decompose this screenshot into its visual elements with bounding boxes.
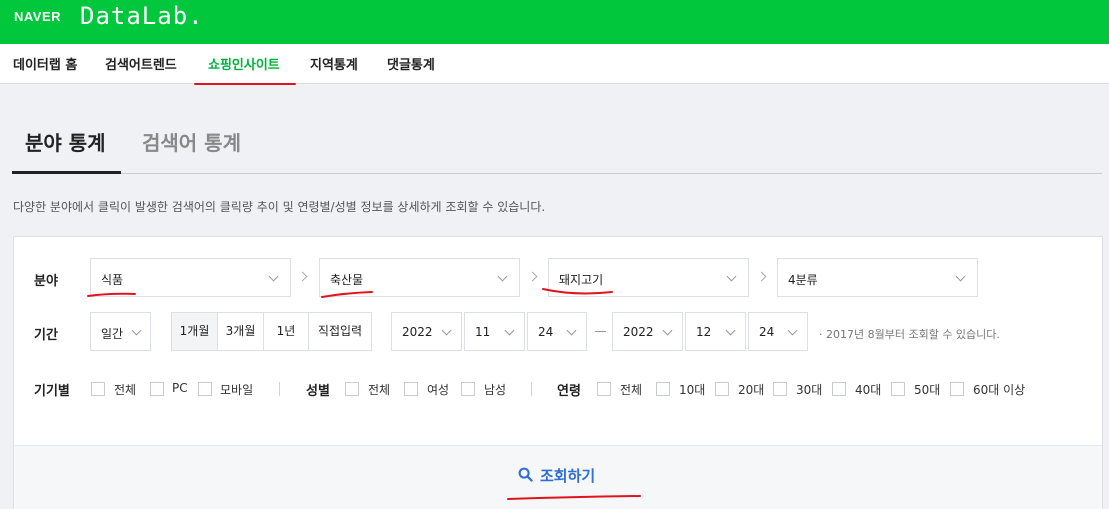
chevron-down-icon <box>441 325 452 336</box>
datalab-logo[interactable]: DataLab. <box>80 2 204 30</box>
end-day-value: 24 <box>759 325 775 339</box>
age-30s-checkbox[interactable] <box>773 382 787 396</box>
end-day-select[interactable]: 24 <box>748 312 808 351</box>
chevron-down-icon <box>662 325 673 336</box>
end-month-value: 12 <box>696 325 712 339</box>
device-mobile-checkbox[interactable] <box>198 382 212 396</box>
category-level1-select[interactable]: 식품 <box>90 258 291 297</box>
page-description: 다양한 분야에서 클릭이 발생한 검색어의 클릭량 추이 및 연령별/성별 정보… <box>13 200 546 214</box>
category-level3-select[interactable]: 돼지고기 <box>548 258 749 297</box>
age-60plus-checkbox[interactable] <box>950 382 964 396</box>
filter-divider <box>279 382 280 396</box>
start-year-value: 2022 <box>402 325 433 339</box>
start-day-value: 24 <box>538 325 554 339</box>
chevron-down-icon <box>725 325 736 336</box>
category-level1-value: 식품 <box>101 273 124 287</box>
start-month-select[interactable]: 11 <box>464 312 525 351</box>
chevron-right-icon <box>297 271 308 282</box>
start-year-select[interactable]: 2022 <box>391 312 462 351</box>
nav-item-shopping-insight[interactable]: 쇼핑인사이트 <box>208 54 280 73</box>
tab-divider <box>12 173 1102 174</box>
chevron-down-icon <box>726 271 737 282</box>
category-level2-value: 축산물 <box>330 273 364 287</box>
age-40s-label: 40대 <box>855 383 882 397</box>
period-availability-note: · 2017년 8월부터 조회할 수 있습니다. <box>819 328 1000 341</box>
date-range-dash <box>595 331 606 332</box>
annotation-underline-nav <box>194 83 296 85</box>
range-3month-button[interactable]: 3개월 <box>218 313 264 350</box>
age-50s-checkbox[interactable] <box>891 382 905 396</box>
nav-item-datalab-home[interactable]: 데이터랩 홈 <box>13 54 77 73</box>
age-10s-label: 10대 <box>679 383 706 397</box>
filter-panel: 분야 식품 축산물 돼지고기 4분류 기간 일간 1개월 3개월 1년 직접입력… <box>13 236 1103 509</box>
search-button-label: 조회하기 <box>540 467 596 485</box>
chevron-down-icon <box>955 271 966 282</box>
main-nav: 데이터랩 홈 검색어트렌드 쇼핑인사이트 지역통계 댓글통계 <box>0 44 1109 84</box>
age-10s-checkbox[interactable] <box>656 382 670 396</box>
age-20s-label: 20대 <box>738 383 765 397</box>
range-custom-button[interactable]: 직접입력 <box>309 313 371 350</box>
gender-all-checkbox[interactable] <box>345 382 359 396</box>
gender-male-label: 남성 <box>484 383 507 397</box>
naver-logo[interactable]: NAVER <box>14 9 61 24</box>
device-pc-label: PC <box>172 381 188 395</box>
chevron-down-icon <box>268 271 279 282</box>
end-year-value: 2022 <box>623 325 654 339</box>
device-all-checkbox[interactable] <box>91 382 105 396</box>
category-level4-value: 4분류 <box>788 273 818 287</box>
active-tab-indicator <box>12 171 121 174</box>
age-filter-label: 연령 <box>557 384 581 399</box>
period-label: 기간 <box>34 328 58 343</box>
chevron-down-icon <box>131 325 142 336</box>
age-60plus-label: 60대 이상 <box>973 383 1026 397</box>
chevron-right-icon <box>756 271 767 282</box>
period-range-buttons: 1개월 3개월 1년 직접입력 <box>171 312 372 351</box>
period-unit-value: 일간 <box>101 327 124 341</box>
gender-filter-label: 성별 <box>306 384 330 399</box>
age-all-checkbox[interactable] <box>597 382 611 396</box>
category-label: 분야 <box>34 274 58 289</box>
gender-male-checkbox[interactable] <box>461 382 475 396</box>
device-mobile-label: 모바일 <box>220 383 254 397</box>
category-level3-value: 돼지고기 <box>559 273 604 287</box>
age-40s-checkbox[interactable] <box>832 382 846 396</box>
age-50s-label: 50대 <box>914 383 941 397</box>
chevron-down-icon <box>504 325 515 336</box>
range-1year-button[interactable]: 1년 <box>264 313 309 350</box>
age-30s-label: 30대 <box>796 383 823 397</box>
nav-item-search-trend[interactable]: 검색어트렌드 <box>105 54 177 73</box>
device-all-label: 전체 <box>114 383 137 397</box>
chevron-down-icon <box>566 325 577 336</box>
tab-category-stats[interactable]: 분야 통계 <box>25 127 106 156</box>
start-month-value: 11 <box>475 325 491 339</box>
age-all-label: 전체 <box>620 383 643 397</box>
start-day-select[interactable]: 24 <box>527 312 587 351</box>
end-year-select[interactable]: 2022 <box>612 312 683 351</box>
search-icon <box>518 467 533 482</box>
gender-female-label: 여성 <box>427 383 450 397</box>
chevron-right-icon <box>527 271 538 282</box>
age-20s-checkbox[interactable] <box>715 382 729 396</box>
top-header: NAVER DataLab. <box>0 0 1109 44</box>
period-unit-select[interactable]: 일간 <box>90 312 151 351</box>
category-level4-select[interactable]: 4분류 <box>777 258 978 297</box>
chevron-down-icon <box>787 325 798 336</box>
category-level2-select[interactable]: 축산물 <box>319 258 520 297</box>
device-filter-label: 기기별 <box>34 384 70 399</box>
gender-all-label: 전체 <box>368 383 391 397</box>
range-1month-button[interactable]: 1개월 <box>172 313 218 350</box>
filter-divider <box>531 382 532 396</box>
end-month-select[interactable]: 12 <box>685 312 746 351</box>
nav-item-region-stats[interactable]: 지역통계 <box>310 54 358 73</box>
tab-keyword-stats[interactable]: 검색어 통계 <box>142 127 241 156</box>
gender-female-checkbox[interactable] <box>404 382 418 396</box>
nav-item-comment-stats[interactable]: 댓글통계 <box>387 54 435 73</box>
chevron-down-icon <box>497 271 508 282</box>
device-pc-checkbox[interactable] <box>150 382 164 396</box>
